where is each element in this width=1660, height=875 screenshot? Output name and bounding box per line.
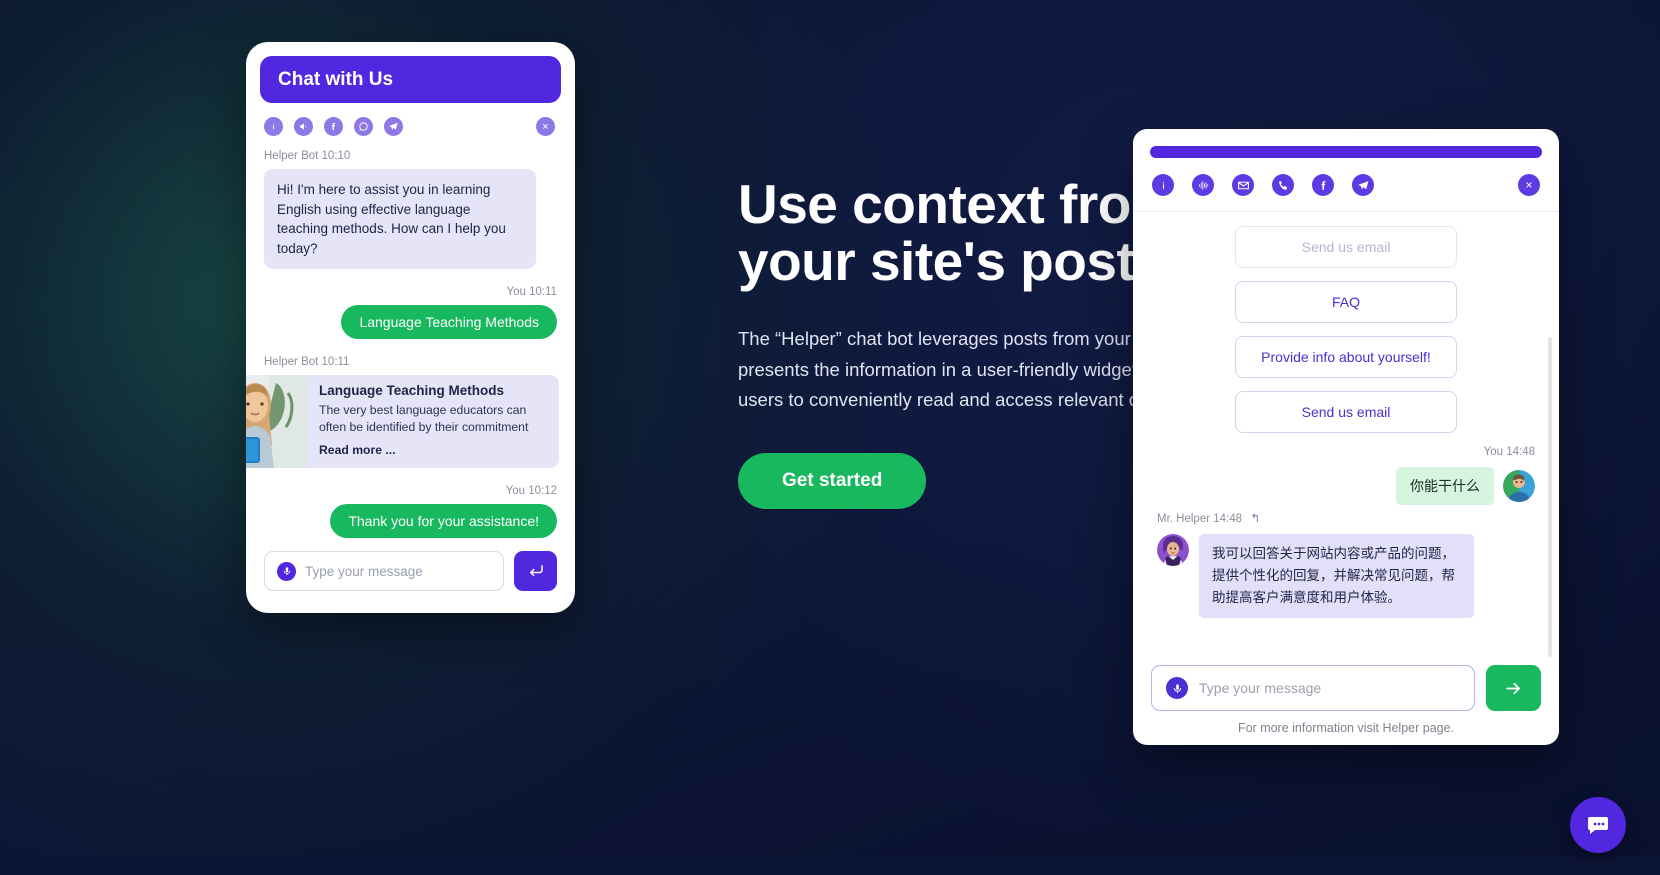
widget-input-placeholder: Type your message bbox=[1199, 680, 1322, 696]
phone-input-placeholder: Type your message bbox=[305, 563, 423, 579]
post-card-title: Language Teaching Methods bbox=[319, 383, 505, 399]
whatsapp-icon[interactable] bbox=[354, 117, 373, 136]
phone-widget-stack: Chat with Us × Helper Bot 10:10 Hi! I'm … bbox=[246, 42, 575, 613]
post-thumbnail-image bbox=[246, 375, 307, 469]
microphone-icon[interactable] bbox=[1166, 677, 1188, 699]
message-meta: Helper Bot 10:10 bbox=[264, 150, 351, 162]
widget-icon-bar: × bbox=[1133, 158, 1559, 212]
bot-message-meta: Mr. Helper 14:48 ↰ bbox=[1157, 511, 1535, 525]
reply-arrow-icon[interactable]: ↰ bbox=[1250, 511, 1260, 525]
user-message-bubble: 你能干什么 bbox=[1396, 467, 1494, 505]
telegram-icon[interactable] bbox=[384, 117, 403, 136]
widget-conversation: Send us email FAQ Provide info about you… bbox=[1133, 212, 1559, 665]
phone-widget-title: Chat with Us bbox=[278, 68, 394, 90]
option-button-faq[interactable]: FAQ bbox=[1235, 281, 1457, 323]
option-button-send-email[interactable]: Send us email bbox=[1235, 391, 1457, 433]
phone-icon-bar: × bbox=[260, 103, 561, 136]
send-button[interactable] bbox=[1486, 665, 1541, 711]
user-message-row: 你能干什么 bbox=[1157, 467, 1535, 505]
enter-arrow-icon[interactable] bbox=[514, 551, 557, 591]
info-icon[interactable] bbox=[264, 117, 283, 136]
message-meta: You 10:11 bbox=[506, 286, 557, 299]
info-icon[interactable] bbox=[1152, 174, 1174, 196]
close-icon[interactable]: × bbox=[536, 117, 555, 136]
email-icon[interactable] bbox=[1232, 174, 1254, 196]
message-meta: You 10:12 bbox=[505, 485, 557, 498]
page-bottom-strip bbox=[0, 857, 1660, 875]
message-meta: Helper Bot 10:11 bbox=[264, 356, 350, 369]
chat-bubble-icon bbox=[1588, 817, 1608, 834]
bot-message-bubble: Hi! I'm here to assist you in learning E… bbox=[264, 169, 536, 270]
option-button-send-email-top[interactable]: Send us email bbox=[1235, 226, 1457, 268]
user-message-row: Language Teaching Methods bbox=[264, 305, 557, 340]
option-button-provide-info[interactable]: Provide info about yourself! bbox=[1235, 336, 1457, 378]
conversation-scrollbar[interactable] bbox=[1548, 337, 1552, 657]
microphone-icon[interactable] bbox=[277, 561, 296, 581]
chat-widget: × Send us email FAQ Provide info about y… bbox=[1133, 129, 1559, 745]
close-icon[interactable]: × bbox=[1518, 174, 1540, 196]
voice-icon[interactable] bbox=[294, 117, 313, 136]
telegram-icon[interactable] bbox=[1352, 174, 1374, 196]
bot-message-bubble: 我可以回答关于网站内容或产品的问题，提供个性化的回复，并解决常见问题，帮助提高客… bbox=[1199, 534, 1474, 618]
widget-composer: Type your message bbox=[1151, 665, 1541, 711]
facebook-icon[interactable] bbox=[324, 117, 343, 136]
widget-footer-note: For more information visit Helper page. bbox=[1237, 721, 1455, 735]
user-message-row: Thank you for your assistance! bbox=[264, 504, 557, 539]
chat-launcher-button[interactable] bbox=[1570, 797, 1626, 853]
phone-message-input[interactable]: Type your message bbox=[264, 551, 504, 591]
widget-footer: Type your message For more information v… bbox=[1133, 665, 1559, 745]
user-message-bubble: Language Teaching Methods bbox=[341, 305, 557, 340]
phone-chat-widget: Chat with Us × Helper Bot 10:10 Hi! I'm … bbox=[246, 42, 575, 613]
get-started-button[interactable]: Get started bbox=[738, 452, 927, 509]
post-card-body: Language Teaching Methods The very best … bbox=[307, 375, 559, 468]
phone-icon[interactable] bbox=[1272, 174, 1294, 196]
phone-widget-header: Chat with Us bbox=[260, 56, 561, 103]
read-more-link[interactable]: Read more ... bbox=[319, 443, 547, 457]
widget-header-bar bbox=[1150, 146, 1542, 158]
post-card-message[interactable]: Language Teaching Methods The very best … bbox=[246, 375, 559, 469]
post-card-excerpt: The very best language educators can oft… bbox=[319, 403, 529, 434]
bot-message-row: 我可以回答关于网站内容或产品的问题，提供个性化的回复，并解决常见问题，帮助提高客… bbox=[1157, 534, 1535, 618]
bot-avatar bbox=[1157, 534, 1189, 566]
bot-message-meta-text: Mr. Helper 14:48 bbox=[1157, 513, 1243, 525]
user-message-bubble: Thank you for your assistance! bbox=[330, 504, 557, 539]
phone-chat-log: Helper Bot 10:10 Hi! I'm here to assist … bbox=[246, 136, 561, 539]
user-message-meta: You 14:48 bbox=[1483, 446, 1535, 458]
voice-waveform-icon[interactable] bbox=[1192, 174, 1214, 196]
facebook-icon[interactable] bbox=[1312, 174, 1334, 196]
phone-composer: Type your message bbox=[264, 551, 557, 591]
user-avatar bbox=[1503, 470, 1535, 502]
widget-message-input[interactable]: Type your message bbox=[1151, 665, 1475, 711]
